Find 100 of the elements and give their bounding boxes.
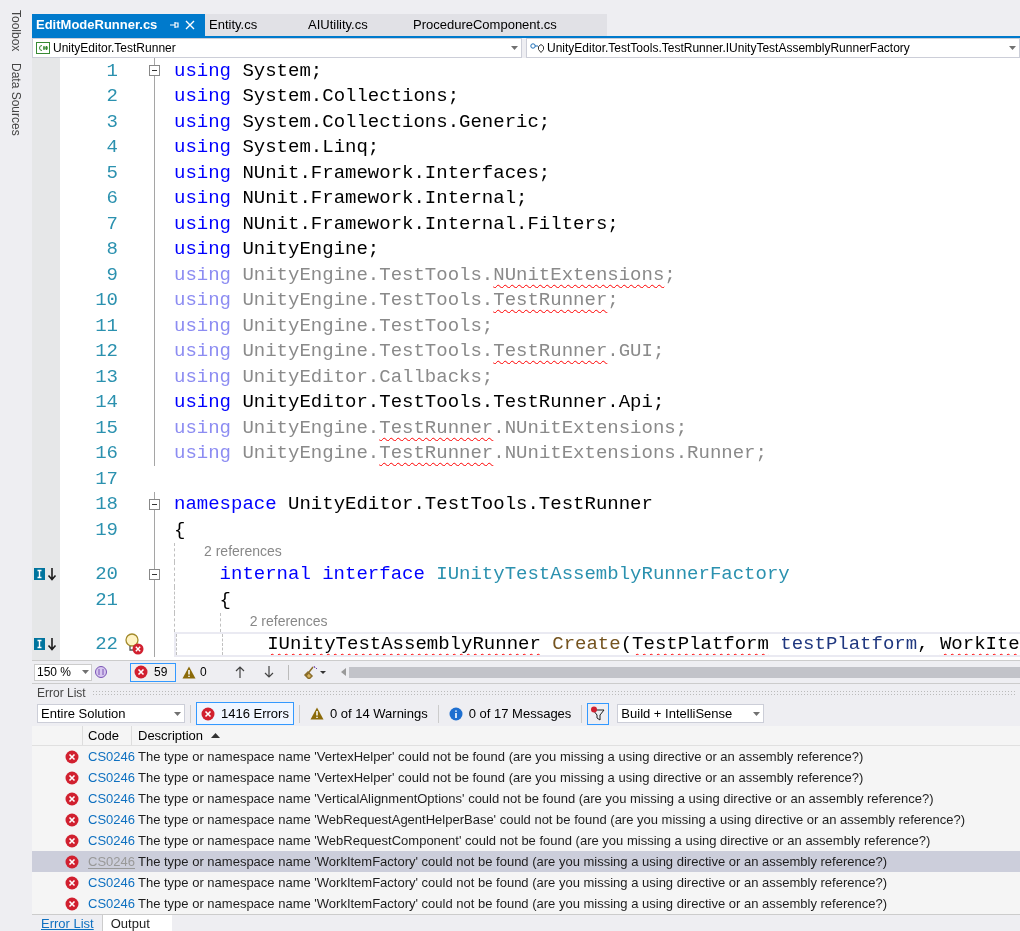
csharp-file-icon: [36, 42, 50, 54]
warnings-count[interactable]: 0: [200, 663, 207, 681]
horizontal-scrollbar[interactable]: [348, 666, 1020, 678]
code-token: using: [174, 415, 231, 441]
code-token: UnityEditor.TestTools.TestRunner.Api;: [241, 390, 665, 415]
code-token: UnityEditor.Callbacks;: [241, 364, 494, 390]
source-dropdown[interactable]: Build + IntelliSense: [617, 704, 765, 723]
error-code-link[interactable]: CS0246: [88, 809, 138, 830]
info-icon: [448, 706, 463, 721]
code-token: TestRunner: [379, 441, 494, 466]
error-row[interactable]: CS0246 The type or namespace name 'VertexHelper' could not be found (are you missing a using directive or an assembly reference?): [32, 767, 1020, 788]
panel-tab[interactable]: Output: [101, 915, 172, 931]
code-token: UnityEngine.TestTools.: [241, 339, 494, 364]
code-token: using: [174, 441, 231, 466]
line-number: 3: [105, 109, 119, 135]
error-row[interactable]: CS0246 The type or namespace name 'WebRequestComponent' could not be found (are you missing a using directive or an assembly reference?): [32, 830, 1020, 851]
editor-tab[interactable]: ProcedureComponent.cs: [409, 14, 607, 36]
member-dropdown[interactable]: UnityEditor.TestTools.TestRunner.IUnityTestAssemblyRunnerFactory: [526, 38, 1020, 58]
error-description: The type or namespace name 'WorkItemFactory' could not be found (are you missing a using directive or an assembly reference?): [138, 873, 887, 892]
line-number: 13: [94, 364, 119, 390]
column-header[interactable]: Code: [83, 726, 132, 745]
code-token: TestRunner: [379, 415, 494, 441]
warning-icon: [182, 665, 196, 679]
error-icon: [65, 896, 79, 911]
line-number: 7: [105, 211, 119, 237]
error-description: The type or namespace name 'VertexHelper' could not be found (are you missing a using directive or an assembly reference?): [138, 768, 864, 787]
dropdown-caret-icon: [1009, 46, 1016, 50]
editor-tab[interactable]: Entity.cs: [205, 14, 304, 36]
code-token: .NUnitExtensions;: [493, 415, 688, 441]
code-token: {: [174, 517, 186, 543]
project-dropdown[interactable]: UnityEditor.TestRunner: [32, 38, 522, 58]
error-row[interactable]: CS0246 The type or namespace name 'VertexHelper' could not be found (are you missing a using directive or an assembly reference?): [32, 746, 1020, 767]
close-icon: [185, 20, 196, 30]
code-cleanup-icon: [302, 665, 327, 679]
references-codelens[interactable]: 2 references: [249, 610, 328, 632]
filter-button[interactable]: [587, 702, 610, 725]
error-code-link[interactable]: CS0246: [88, 788, 138, 809]
error-code-link[interactable]: CS0246: [88, 893, 138, 914]
line-number: 17: [94, 466, 119, 492]
code-token: Create: [551, 633, 621, 656]
line-number: 12: [94, 339, 119, 364]
editor-tab[interactable]: AIUtility.cs: [304, 14, 409, 36]
code-token: using: [174, 288, 231, 313]
line-number: 19: [94, 517, 119, 543]
filter-toggle[interactable]: 1416 Errors: [196, 702, 294, 725]
code-token: System.Collections;: [241, 84, 460, 109]
dropdown-caret-icon: [174, 711, 181, 716]
error-icon: [134, 665, 148, 679]
panel-tab[interactable]: Error List: [37, 915, 98, 931]
error-row[interactable]: CS0246 The type or namespace name 'WorkItemFactory' could not be found (are you missing a using directive or an assembly reference?): [32, 872, 1020, 893]
scope-dropdown[interactable]: Entire Solution: [37, 704, 185, 723]
code-token: using: [174, 84, 231, 109]
column-header[interactable]: Description: [132, 726, 1020, 745]
up-arrow-icon: [234, 666, 245, 678]
side-panel-tab[interactable]: Data Sources: [7, 63, 25, 137]
error-row[interactable]: CS0246 The type or namespace name 'WebRequestAgentHelperBase' could not be found (are you missing a using directive or an assembly reference?): [32, 809, 1020, 830]
error-description: The type or namespace name 'WorkItemFactory' could not be found (are you missing a using directive or an assembly reference?): [138, 894, 887, 913]
error-icon: [65, 854, 79, 869]
code-token: TestPlatform: [632, 633, 769, 656]
error-code-link[interactable]: CS0246: [88, 746, 138, 767]
code-token: ,: [917, 633, 930, 656]
code-token: using: [174, 390, 231, 415]
code-token: internal: [219, 562, 311, 587]
error-row[interactable]: CS0246 The type or namespace name 'WorkItemFactory' could not be found (are you missing a using directive or an assembly reference?): [32, 893, 1020, 914]
pin-icon: [169, 20, 180, 30]
filter-toggle[interactable]: 0 of 17 Messages: [443, 702, 577, 725]
code-token: .NUnitExtensions.Runner;: [493, 441, 767, 466]
code-token: NUnit.Framework.Internal.Filters;: [241, 211, 619, 237]
code-token: UnityEngine.TestTools.: [241, 288, 494, 313]
error-row[interactable]: CS0246 The type or namespace name 'WorkItemFactory' could not be found (are you missing a using directive or an assembly reference?): [32, 851, 1020, 872]
error-description: The type or namespace name 'VertexHelper' could not be found (are you missing a using directive or an assembly reference?): [138, 747, 864, 766]
references-codelens[interactable]: 2 references: [204, 540, 282, 562]
error-code-link[interactable]: CS0246: [88, 830, 138, 851]
line-number: 2: [105, 84, 119, 109]
code-token: ;: [607, 288, 619, 313]
side-panel-tab[interactable]: Toolbox: [7, 10, 25, 52]
code-token: WorkIte: [939, 633, 1020, 656]
code-token: IUnityTestAssemblyRunner: [267, 633, 541, 656]
scroll-left-icon: [340, 668, 346, 676]
code-token: using: [174, 186, 231, 211]
filter-icon: [590, 705, 607, 722]
line-number: 18: [94, 492, 119, 517]
line-number: 21: [94, 587, 119, 613]
filter-toggle[interactable]: 0 of 14 Warnings: [304, 702, 433, 725]
code-token: System.Linq;: [241, 135, 380, 160]
error-row[interactable]: CS0246 The type or namespace name 'VerticalAlignmentOptions' could not be found (are you missing a using directive or an assembly reference?): [32, 788, 1020, 809]
code-token: (: [620, 633, 633, 656]
editor-tab[interactable]: EditModeRunner.cs: [32, 14, 205, 36]
errors-indicator[interactable]: 59: [130, 662, 176, 682]
zoom-dropdown[interactable]: 150 %: [34, 663, 92, 681]
error-code-link[interactable]: CS0246: [88, 767, 138, 788]
line-number: 6: [105, 186, 119, 211]
code-token: using: [174, 237, 231, 262]
line-number: 16: [94, 441, 119, 466]
error-code-link[interactable]: CS0246: [88, 872, 138, 893]
code-editor[interactable]: [32, 58, 1020, 660]
code-token: using: [174, 262, 231, 288]
sort-ascending-icon: [211, 733, 221, 738]
code-token: UnityEngine;: [241, 237, 380, 262]
code-token: using: [174, 160, 231, 186]
